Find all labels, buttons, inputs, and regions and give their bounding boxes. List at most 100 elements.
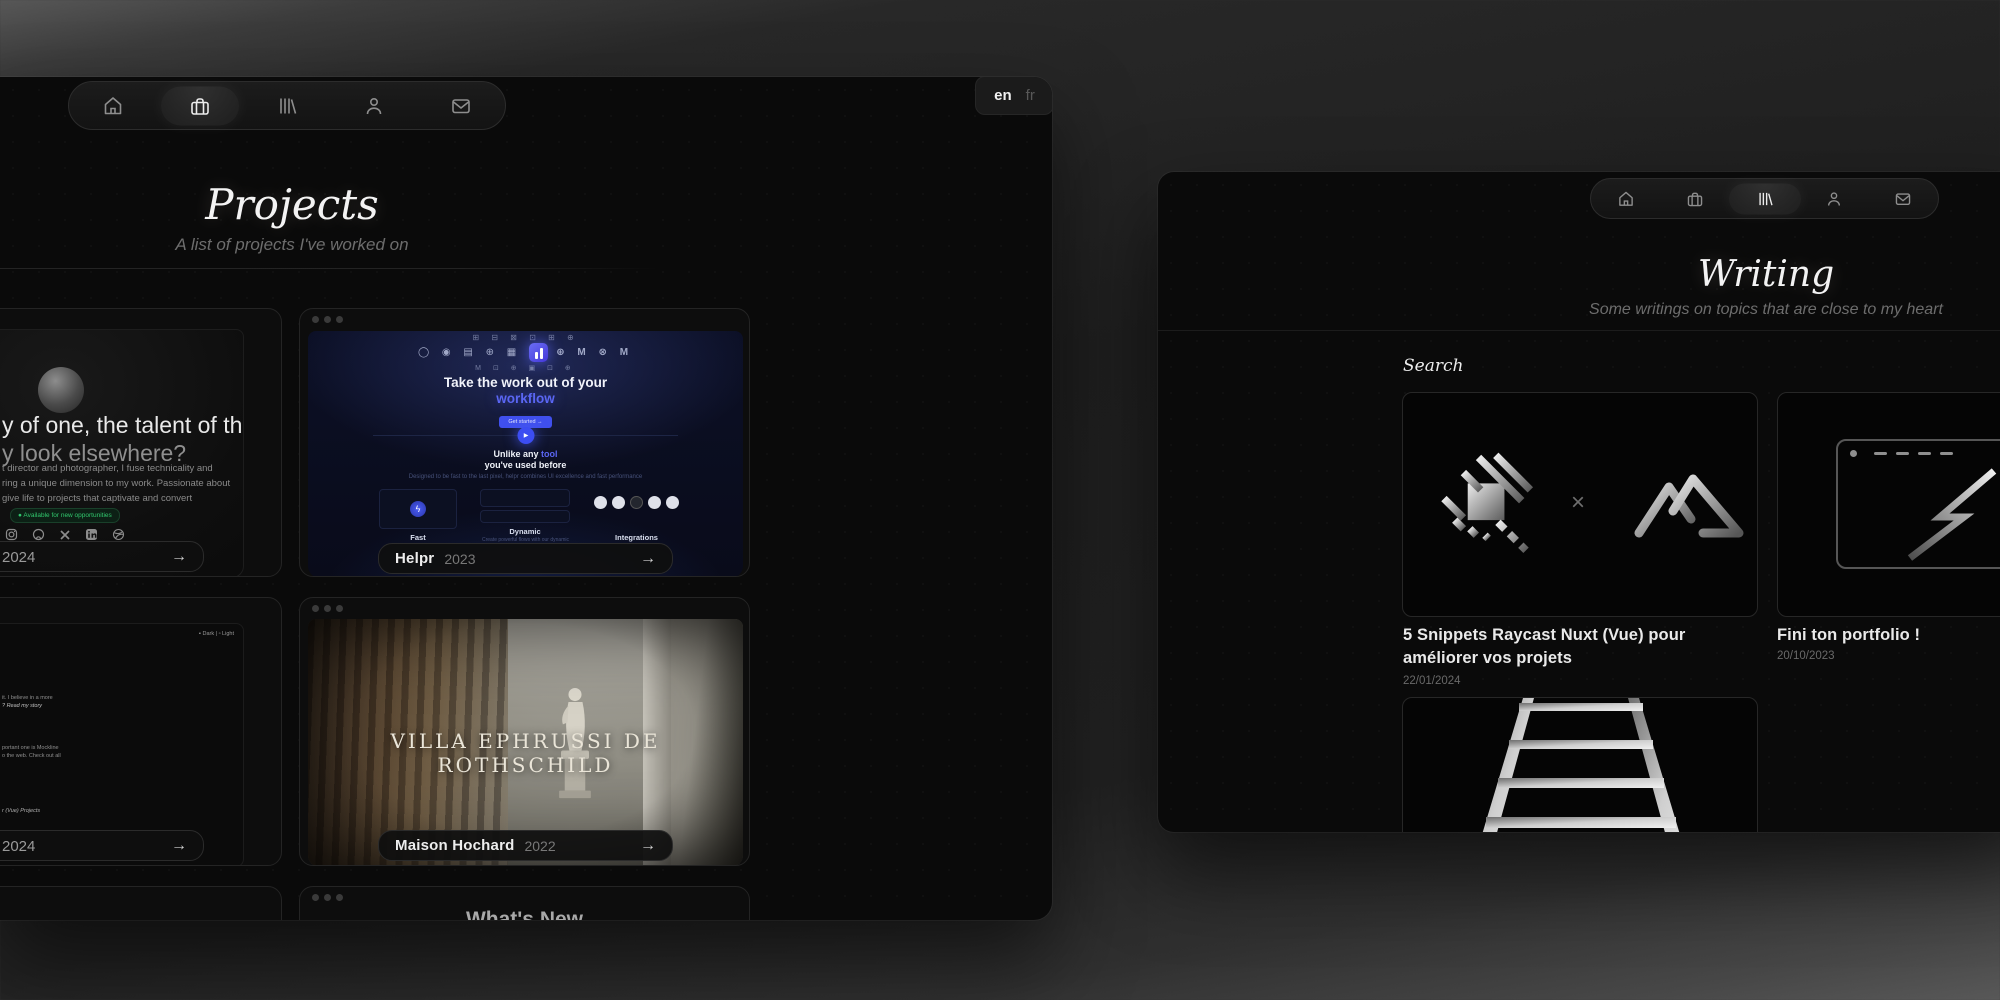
home-icon bbox=[1617, 190, 1635, 208]
project-name: Helpr bbox=[395, 550, 434, 567]
theme-toggle[interactable]: ▪ Dark | ▫ Light bbox=[199, 631, 234, 637]
maison-photo: Villa Ephrussi de Rothschild bbox=[308, 619, 743, 866]
project-year: 2024 bbox=[2, 838, 35, 855]
helpr-card-footer[interactable]: Helpr 2023 → bbox=[378, 543, 673, 574]
project-year: 2024 bbox=[2, 549, 35, 566]
hero-card-footer[interactable]: 2024 → bbox=[0, 541, 204, 572]
availability-badge: ● Available for new opportunities bbox=[10, 508, 120, 523]
lightning-logo bbox=[1902, 467, 2000, 562]
cta-wrap: Get started → bbox=[308, 410, 743, 428]
integrations-icons bbox=[594, 496, 679, 509]
hero-body-line: give life to projects that captivate and… bbox=[2, 493, 192, 504]
helpr-headline-accent: workflow bbox=[308, 391, 743, 406]
nav-about[interactable] bbox=[331, 82, 418, 129]
social-links bbox=[5, 528, 125, 541]
arrow-right-icon[interactable]: → bbox=[640, 837, 656, 855]
project-card-helpr[interactable]: ⊞ ⊟ ⊠ ⊡ ⊞ ⊕ ◯ ◉ ▤ ⊕ ▦ ⊕ M ⊗ M M ⊡ ⊕ ▣ ⊡ … bbox=[299, 308, 750, 577]
ladder-graphic bbox=[1403, 698, 1758, 832]
person-icon bbox=[1825, 190, 1843, 208]
linkedin-icon[interactable] bbox=[85, 528, 98, 541]
arrow-right-icon[interactable]: → bbox=[171, 548, 187, 566]
story-text: it. I believe in a more bbox=[2, 695, 53, 701]
play-icon: ▶ bbox=[524, 432, 529, 439]
briefcase-icon bbox=[1686, 190, 1704, 208]
project-card-partial[interactable] bbox=[0, 886, 282, 920]
mail-icon bbox=[1894, 190, 1912, 208]
search-label[interactable]: Search bbox=[1403, 356, 1463, 376]
dribbble-icon[interactable] bbox=[112, 528, 125, 541]
window-dots bbox=[312, 894, 343, 901]
post-card-raycast-nuxt[interactable]: × bbox=[1402, 392, 1758, 617]
writing-page-panel: Writing Some writings on topics that are… bbox=[1158, 172, 2000, 832]
play-button[interactable]: ▶ bbox=[517, 427, 534, 444]
page-title: Projects bbox=[0, 180, 584, 229]
page-subtitle: Some writings on topics that are close t… bbox=[1466, 301, 2000, 319]
briefcase-icon bbox=[189, 95, 211, 117]
person-icon bbox=[363, 95, 385, 117]
post-card-ladder[interactable] bbox=[1402, 697, 1758, 832]
arrow-right-icon[interactable]: → bbox=[640, 550, 656, 568]
project-card-hero[interactable]: y of one, the talent of three y look els… bbox=[0, 308, 282, 577]
hero-screenshot: y of one, the talent of three y look els… bbox=[0, 329, 244, 577]
feature-dynamic-thumb bbox=[480, 510, 570, 523]
project-card-story[interactable]: ▪ Dark | ▫ Light it. I believe in a more… bbox=[0, 597, 282, 866]
nav-writing[interactable] bbox=[243, 82, 330, 129]
nav-home[interactable] bbox=[69, 82, 156, 129]
post-card-portfolio[interactable] bbox=[1777, 392, 2000, 617]
app-icons-row: M ⊡ ⊕ ▣ ⊡ ⊕ bbox=[308, 364, 743, 372]
nav-about[interactable] bbox=[1799, 179, 1868, 218]
nav-contact[interactable] bbox=[1869, 179, 1938, 218]
instagram-icon[interactable] bbox=[5, 528, 18, 541]
post-date: 20/10/2023 bbox=[1777, 650, 1835, 662]
main-nav bbox=[1590, 178, 1939, 219]
feature-label: Dynamic bbox=[480, 527, 570, 536]
post-title[interactable]: Fini ton portfolio ! bbox=[1777, 624, 2000, 647]
arrow-right-icon[interactable]: → bbox=[171, 837, 187, 855]
maison-card-footer[interactable]: Maison Hochard 2022 → bbox=[378, 830, 673, 861]
browser-dash bbox=[1896, 452, 1909, 455]
lang-en[interactable]: en bbox=[994, 87, 1012, 104]
project-year: 2023 bbox=[444, 551, 475, 567]
app-icons-row: ⊞ ⊟ ⊠ ⊡ ⊞ ⊕ bbox=[308, 333, 743, 342]
helpr-screenshot: ⊞ ⊟ ⊠ ⊡ ⊞ ⊕ ◯ ◉ ▤ ⊕ ▦ ⊕ M ⊗ M M ⊡ ⊕ ▣ ⊡ … bbox=[308, 331, 743, 577]
maison-overlay-title: Villa Ephrussi de Rothschild bbox=[308, 729, 743, 777]
feature-fast-thumb: ϟ bbox=[379, 489, 457, 529]
project-card-maison[interactable]: Villa Ephrussi de Rothschild Maison Hoch… bbox=[299, 597, 750, 866]
header-divider bbox=[1158, 330, 2000, 331]
app-icons: ◯ ◉ ▤ ⊕ ▦ bbox=[418, 347, 521, 358]
story-card-footer[interactable]: 2024 → bbox=[0, 830, 204, 861]
hero-body-line: ring a unique dimension to my work. Pass… bbox=[2, 478, 230, 489]
story-text: r (Vue) Projects bbox=[2, 808, 40, 814]
header-divider bbox=[0, 268, 660, 269]
language-switcher: en fr bbox=[975, 77, 1052, 115]
hero-body-line: t director and photographer, I fuse tech… bbox=[2, 463, 213, 474]
nav-contact[interactable] bbox=[418, 82, 505, 129]
browser-dash bbox=[1940, 452, 1953, 455]
helpr-tagline: Unlike any tool bbox=[308, 449, 743, 459]
main-nav bbox=[68, 81, 506, 130]
raycast-logo bbox=[1431, 451, 1539, 559]
x-twitter-icon[interactable] bbox=[59, 529, 71, 541]
lang-fr[interactable]: fr bbox=[1026, 87, 1035, 104]
lightning-icon: ϟ bbox=[410, 501, 426, 517]
avatar bbox=[38, 367, 84, 413]
library-icon bbox=[1756, 190, 1774, 208]
story-text: ? Read my story bbox=[2, 703, 42, 709]
page-subtitle: A list of projects I've worked on bbox=[0, 235, 584, 255]
nav-home[interactable] bbox=[1591, 179, 1660, 218]
nav-projects[interactable] bbox=[156, 82, 243, 129]
nav-writing[interactable] bbox=[1730, 179, 1799, 218]
project-name: Maison Hochard bbox=[395, 837, 514, 854]
post-title[interactable]: 5 Snippets Raycast Nuxt (Vue) pour améli… bbox=[1403, 624, 1751, 670]
helpr-tagline-2: you've used before bbox=[308, 460, 743, 470]
helpr-app-icon bbox=[529, 343, 548, 362]
feature-dynamic-thumb bbox=[480, 489, 570, 507]
whats-new-title: What's New bbox=[300, 908, 749, 920]
project-year: 2022 bbox=[524, 838, 555, 854]
page-title: Writing bbox=[1466, 254, 2000, 295]
app-icons-row: ◯ ◉ ▤ ⊕ ▦ ⊕ M ⊗ M bbox=[308, 343, 743, 362]
github-icon[interactable] bbox=[32, 528, 45, 541]
app-icons: ⊕ M ⊗ M bbox=[556, 347, 633, 358]
nav-projects[interactable] bbox=[1660, 179, 1729, 218]
whats-new-card[interactable]: What's New bbox=[299, 886, 750, 920]
